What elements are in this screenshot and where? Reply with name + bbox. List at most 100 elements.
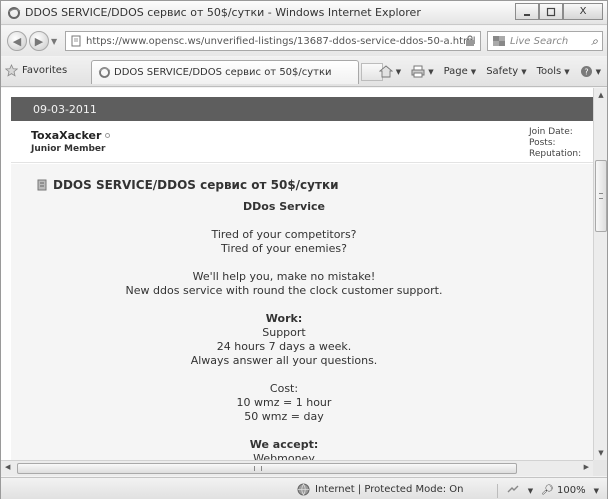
close-icon: X: [579, 6, 587, 17]
back-arrow-icon: ◀: [12, 34, 22, 48]
scroll-grip-icon: [599, 193, 603, 199]
home-button[interactable]: ▼: [378, 65, 402, 78]
page-icon: [71, 35, 81, 47]
status-bar: Internet | Protected Mode: On ▼ 🔎︎ 100% …: [1, 477, 607, 499]
page-menu[interactable]: Page ▼: [444, 66, 477, 77]
search-box[interactable]: Live Search ⌕: [487, 31, 603, 51]
back-button[interactable]: ◀: [7, 31, 27, 51]
work-heading: Work:: [265, 312, 303, 325]
posts-label: Posts:: [529, 138, 556, 148]
tab-title: DDOS SERVICE/DDOS сервис от 50$/сутки: [114, 67, 332, 78]
print-button[interactable]: ▼: [411, 65, 434, 78]
forward-arrow-icon: ▶: [34, 34, 44, 48]
search-go-icon[interactable]: ⌕: [591, 34, 598, 49]
post-message: DDos Service Tired of your competitors? …: [11, 200, 557, 460]
post-line: We'll help you, make no mistake!: [192, 270, 376, 283]
close-button[interactable]: X: [563, 3, 603, 20]
command-bar: Favorites DDOS SERVICE/DDOS сервис от 50…: [1, 57, 607, 87]
maximize-button[interactable]: [539, 3, 563, 20]
favorites-label: Favorites: [22, 65, 68, 76]
post-heading: DDos Service: [243, 200, 325, 213]
ie-page-icon: [98, 67, 111, 78]
address-row: ◀ ▶ ▼ https://www.opensc.ws/unverified-l…: [1, 26, 607, 56]
post-title: DDOS SERVICE/DDOS сервис от 50$/сутки: [37, 178, 339, 192]
zone-label: Internet | Protected Mode: On: [315, 484, 464, 495]
accept-heading: We accept:: [249, 438, 319, 451]
lock-icon[interactable]: [464, 35, 476, 47]
scrollbar-corner: [593, 460, 607, 476]
safety-menu-label: Safety: [486, 66, 519, 77]
post-line: 10 wmz = 1 hour: [236, 396, 332, 409]
username-link[interactable]: ToxaXacker: [31, 129, 111, 142]
live-search-icon: [493, 36, 505, 46]
settings-icon: [507, 485, 519, 493]
favorites-star-icon: [5, 64, 18, 77]
address-url: https://www.opensc.ws/unverified-listing…: [86, 35, 476, 47]
scroll-right-icon[interactable]: ▶: [584, 463, 589, 471]
post-line: Support: [262, 326, 306, 339]
post-date-bar: 09-03-2011: [11, 97, 593, 121]
svg-text:?: ?: [584, 68, 588, 77]
safety-menu[interactable]: Safety ▼: [486, 66, 526, 77]
horizontal-scroll-thumb[interactable]: [17, 463, 517, 474]
print-dropdown-icon: ▼: [428, 67, 434, 76]
home-dropdown-icon: ▼: [395, 67, 402, 76]
offline-status-icon: [105, 133, 111, 138]
help-button[interactable]: ? ▼: [580, 65, 601, 78]
post-body: DDOS SERVICE/DDOS сервис от 50$/сутки DD…: [11, 164, 593, 460]
home-icon: [378, 65, 393, 78]
join-date-label: Join Date:: [529, 127, 573, 137]
post-line: 24 hours 7 days a week.: [216, 340, 352, 353]
post-line: Always answer all your questions.: [190, 354, 378, 367]
horizontal-scrollbar[interactable]: ◀ ▶: [1, 460, 593, 476]
post-line: 50 wmz = day: [244, 410, 324, 423]
protected-mode-icon[interactable]: [506, 483, 520, 498]
post-line: Tired of your enemies?: [221, 242, 347, 255]
page-menu-label: Page: [443, 66, 468, 77]
zoom-control[interactable]: 🔎︎ 100%: [541, 485, 585, 496]
username: ToxaXacker: [31, 129, 102, 142]
minimize-button[interactable]: [515, 3, 539, 20]
zoom-icon: 🔎︎: [541, 485, 554, 496]
globe-icon: [297, 483, 310, 496]
user-stats: Join Date: Posts: Reputation:: [529, 127, 581, 160]
post-title-text: DDOS SERVICE/DDOS сервис от 50$/сутки: [53, 178, 339, 192]
post-line: Tired of your competitors?: [211, 228, 357, 241]
status-right: ▼ 🔎︎ 100% ▼: [496, 483, 599, 498]
vertical-scroll-thumb[interactable]: [595, 160, 607, 232]
tools-menu-label: Tools: [536, 66, 562, 77]
favorites-button[interactable]: Favorites: [5, 64, 67, 77]
page-content: 09-03-2011 ToxaXacker Junior Member Join…: [1, 88, 593, 460]
vertical-scrollbar[interactable]: ▲ ▼: [593, 88, 607, 460]
history-dropdown-icon[interactable]: ▼: [51, 37, 57, 46]
post-line: New ddos service with round the clock cu…: [125, 284, 443, 297]
user-info-row: ToxaXacker Junior Member Join Date: Post…: [11, 121, 593, 163]
security-zone[interactable]: Internet | Protected Mode: On: [297, 483, 463, 496]
tools-dropdown-icon: ▼: [564, 67, 570, 76]
help-dropdown-icon: ▼: [595, 67, 601, 76]
tools-menu[interactable]: Tools ▼: [537, 66, 570, 77]
help-icon: ?: [580, 66, 592, 77]
post-line: Webmoney: [253, 452, 315, 460]
tab-active[interactable]: DDOS SERVICE/DDOS сервис от 50$/сутки: [91, 60, 359, 84]
protected-dropdown-icon[interactable]: ▼: [528, 487, 533, 495]
cost-heading: Cost:: [269, 382, 299, 395]
scroll-left-icon[interactable]: ◀: [5, 463, 10, 471]
scroll-down-icon[interactable]: ▼: [594, 446, 608, 460]
forward-button[interactable]: ▶: [29, 31, 49, 51]
print-icon: [411, 65, 425, 78]
minimize-icon: [524, 13, 530, 16]
safety-dropdown-icon: ▼: [521, 67, 527, 76]
window-controls: X: [515, 3, 603, 20]
zoom-dropdown-icon[interactable]: ▼: [594, 487, 599, 495]
maximize-icon: [546, 7, 556, 16]
page-dropdown-icon: ▼: [470, 67, 477, 76]
command-buttons: ▼ ▼ Page ▼ Safety ▼ Tools ▼ ? ▼: [378, 65, 601, 78]
ie-logo-icon: [8, 7, 21, 19]
search-placeholder: Live Search: [510, 35, 569, 47]
scroll-up-icon[interactable]: ▲: [594, 88, 608, 102]
address-bar[interactable]: https://www.opensc.ws/unverified-listing…: [65, 31, 481, 51]
user-title: Junior Member: [31, 144, 106, 154]
title-bar: DDOS SERVICE/DDOS сервис от 50$/сутки - …: [1, 1, 607, 25]
scroll-grip-icon: [254, 466, 262, 471]
